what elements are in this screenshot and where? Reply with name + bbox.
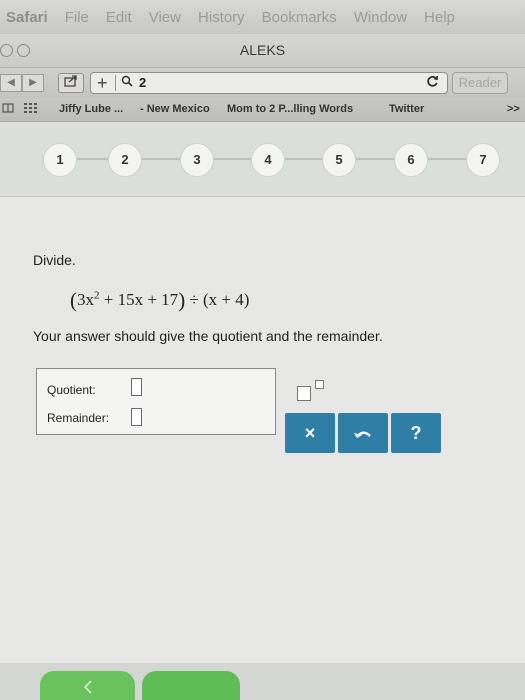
progress-step-3[interactable]: 3 [180,143,214,177]
reload-icon[interactable] [426,73,439,93]
browser-toolbar: ◀ ▶ + 2 Reader [0,68,525,98]
clear-button[interactable]: × [285,413,335,453]
undo-button[interactable] [338,413,388,453]
window-title-bar: ALEKS [0,34,525,68]
grid-icon[interactable] [24,102,38,117]
instructions-text: Your answer should give the quotient and… [33,328,383,344]
back-icon[interactable]: ◀ [0,74,22,92]
undo-icon [354,431,371,439]
address-bar[interactable]: + 2 [90,72,448,94]
reader-button[interactable]: Reader [452,72,508,94]
menu-edit[interactable]: Edit [106,9,132,26]
bookmark-twitter[interactable]: Twitter [389,103,424,115]
share-button[interactable] [58,73,84,93]
progress-step-5[interactable]: 5 [322,143,356,177]
remainder-label: Remainder: [47,411,110,425]
bookmark-new-mexico[interactable]: - New Mexico [140,103,210,115]
nav-buttons: ◀ ▶ [0,74,44,92]
answer-tools: × ? [285,413,441,453]
share-icon [64,75,77,87]
menu-file[interactable]: File [65,9,89,26]
expr-rest: + 15x + 17 [99,290,179,309]
superscript-tool-button[interactable] [295,380,335,402]
superscript-base-icon [297,386,311,401]
aleks-page: 1 2 3 4 5 6 7 Divide. (3x2 + 15x + 17) ÷… [0,122,525,700]
next-button[interactable] [142,671,240,700]
question-label: Divide. [33,252,76,268]
url-text: 2 [139,75,147,90]
menu-safari[interactable]: Safari [6,9,48,26]
progress-step-4[interactable]: 4 [251,143,285,177]
bookmarks-bar: Jiffy Lube ... - New Mexico Mom to 2 P..… [0,98,525,122]
progress-step-7[interactable]: 7 [466,143,500,177]
quotient-label: Quotient: [47,383,96,397]
bottom-nav-bar [0,663,525,700]
menu-view[interactable]: View [149,9,181,26]
chevron-left-icon [83,679,92,694]
answer-box: Quotient: Remainder: [36,368,276,435]
help-button[interactable]: ? [391,413,441,453]
progress-step-2[interactable]: 2 [108,143,142,177]
remainder-input[interactable] [131,408,142,426]
math-expression: (3x2 + 15x + 17) ÷ (x + 4) [70,288,249,313]
bookmark-spelling-words[interactable]: Mom to 2 P...lling Words [227,103,353,115]
search-icon [121,74,133,92]
quotient-input[interactable] [131,378,142,396]
superscript-exponent-icon [315,380,324,389]
expr-open-paren: ( [70,288,77,312]
menu-history[interactable]: History [198,9,245,26]
menu-help[interactable]: Help [424,9,455,26]
window-title: ALEKS [239,42,286,58]
book-icon[interactable] [2,102,14,117]
expr-term1: 3x [77,290,94,309]
new-tab-plus-icon[interactable]: + [97,73,108,93]
menu-bookmarks[interactable]: Bookmarks [262,9,337,26]
url-divider [115,75,116,91]
bookmarks-overflow-icon[interactable]: >> [507,103,520,115]
forward-icon[interactable]: ▶ [22,74,44,92]
progress-step-1[interactable]: 1 [43,143,77,177]
expr-divisor: ÷ (x + 4) [185,290,250,309]
bookmark-jiffy-lube[interactable]: Jiffy Lube ... [59,103,123,115]
progress-step-6[interactable]: 6 [394,143,428,177]
mac-menu-bar: Safari File Edit View History Bookmarks … [0,0,525,34]
question-progress-bar: 1 2 3 4 5 6 7 [0,122,525,197]
previous-button[interactable] [40,671,135,700]
menu-window[interactable]: Window [354,9,407,26]
